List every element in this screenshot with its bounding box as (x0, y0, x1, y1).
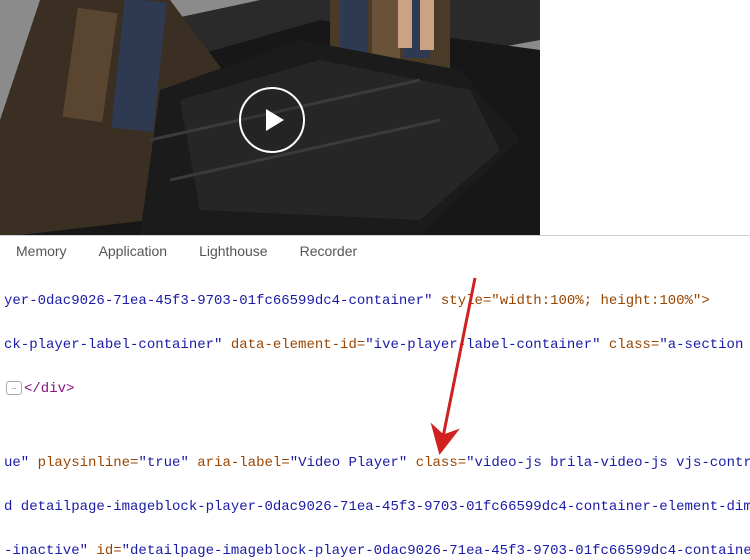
code-token: playsinline= (29, 455, 138, 471)
code-token: d detailpage-imageblock-player-0dac9026-… (4, 499, 750, 515)
code-token: aria-label= (189, 455, 290, 471)
code-token: </div> (24, 381, 74, 397)
code-token: class= (601, 337, 660, 353)
code-token: "true" (138, 455, 188, 471)
code-token: style="width:100%; height:100%"> (432, 293, 709, 309)
code-token: class= (407, 455, 466, 471)
video-player-container (0, 0, 540, 235)
code-token: data-element-id= (222, 337, 365, 353)
code-token: ck-player-label-container" (4, 337, 222, 353)
code-token: "detailpage-imageblock-player-0dac9026-7… (122, 543, 750, 559)
play-icon (266, 109, 284, 131)
code-token: id= (88, 543, 122, 559)
code-token: yer-0dac9026-71ea-45f3-9703-01fc66599dc4… (4, 293, 432, 309)
elements-source-panel[interactable]: yer-0dac9026-71ea-45f3-9703-01fc66599dc4… (0, 266, 750, 560)
code-token: "a-section a-spacin (659, 337, 750, 353)
code-token: -inactive" (4, 543, 88, 559)
code-token: "ive-player-label-container" (365, 337, 600, 353)
play-button[interactable] (239, 87, 305, 153)
expand-dots-icon[interactable]: … (6, 381, 22, 395)
devtools-panel-tabs: Memory Application Lighthouse Recorder (0, 235, 750, 266)
code-token: "Video Player" (290, 455, 408, 471)
code-token: ue" (4, 455, 29, 471)
tab-lighthouse[interactable]: Lighthouse (183, 243, 284, 259)
tab-memory[interactable]: Memory (0, 243, 83, 259)
tab-recorder[interactable]: Recorder (284, 243, 374, 259)
code-token: "video-js brila-video-js vjs-controls-en… (466, 455, 750, 471)
tab-application[interactable]: Application (83, 243, 184, 259)
